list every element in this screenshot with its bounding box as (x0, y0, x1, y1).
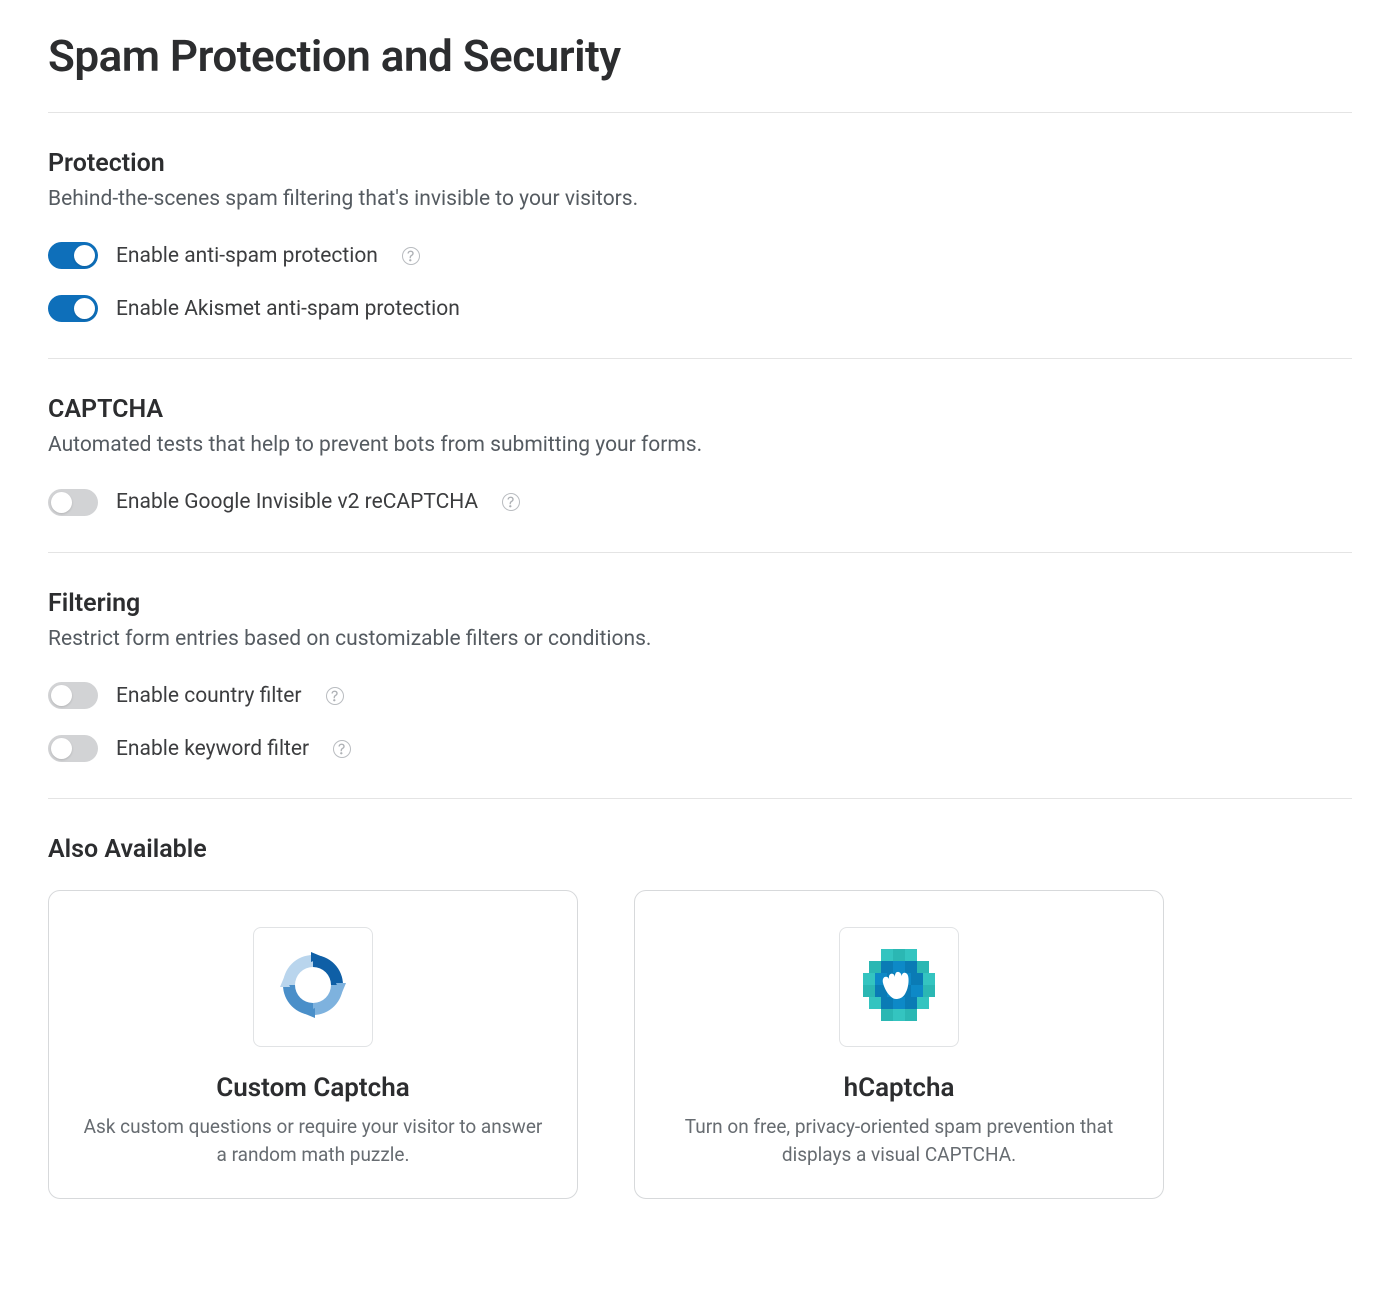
section-also-available: Also Available (48, 799, 1352, 1221)
settings-page: Spam Protection and Security Protection … (0, 0, 1400, 1261)
card-icon-frame (839, 927, 959, 1047)
card-hcaptcha[interactable]: hCaptcha Turn on free, privacy-oriented … (634, 890, 1164, 1199)
section-protection-title: Protection (48, 149, 1352, 178)
section-captcha-desc: Automated tests that help to prevent bot… (48, 430, 1352, 460)
card-icon-frame (253, 927, 373, 1047)
toggle-akismet-label: Enable Akismet anti-spam protection (116, 297, 460, 321)
cards-row: Custom Captcha Ask custom questions or r… (48, 890, 1352, 1199)
card-hcaptcha-desc: Turn on free, privacy-oriented spam prev… (669, 1113, 1129, 1168)
toggle-recaptcha-label: Enable Google Invisible v2 reCAPTCHA (116, 490, 478, 514)
toggle-anti-spam-label: Enable anti-spam protection (116, 244, 378, 268)
toggle-row-anti-spam: Enable anti-spam protection (48, 242, 1352, 269)
page-title: Spam Protection and Security (48, 30, 1352, 82)
section-filtering-title: Filtering (48, 589, 1352, 618)
card-custom-captcha-title: Custom Captcha (83, 1073, 543, 1103)
toggle-akismet[interactable] (48, 295, 98, 322)
section-captcha: CAPTCHA Automated tests that help to pre… (48, 359, 1352, 551)
card-custom-captcha[interactable]: Custom Captcha Ask custom questions or r… (48, 890, 578, 1199)
cycle-icon (273, 945, 353, 1030)
toggle-keyword-filter-label: Enable keyword filter (116, 737, 309, 761)
toggle-row-keyword-filter: Enable keyword filter (48, 735, 1352, 762)
toggle-country-filter[interactable] (48, 682, 98, 709)
help-icon[interactable] (333, 740, 351, 758)
section-protection: Protection Behind-the-scenes spam filter… (48, 113, 1352, 358)
toggle-country-filter-label: Enable country filter (116, 684, 302, 708)
toggle-keyword-filter[interactable] (48, 735, 98, 762)
section-filtering-desc: Restrict form entries based on customiza… (48, 624, 1352, 654)
card-custom-captcha-desc: Ask custom questions or require your vis… (83, 1113, 543, 1168)
section-also-available-title: Also Available (48, 835, 1352, 864)
toggle-row-country-filter: Enable country filter (48, 682, 1352, 709)
help-icon[interactable] (502, 493, 520, 511)
card-hcaptcha-title: hCaptcha (669, 1073, 1129, 1103)
toggle-recaptcha[interactable] (48, 489, 98, 516)
hcaptcha-icon (857, 943, 941, 1032)
help-icon[interactable] (402, 247, 420, 265)
help-icon[interactable] (326, 687, 344, 705)
toggle-row-akismet: Enable Akismet anti-spam protection (48, 295, 1352, 322)
toggle-row-recaptcha: Enable Google Invisible v2 reCAPTCHA (48, 489, 1352, 516)
section-captcha-title: CAPTCHA (48, 395, 1352, 424)
toggle-anti-spam[interactable] (48, 242, 98, 269)
section-protection-desc: Behind-the-scenes spam filtering that's … (48, 184, 1352, 214)
section-filtering: Filtering Restrict form entries based on… (48, 553, 1352, 798)
